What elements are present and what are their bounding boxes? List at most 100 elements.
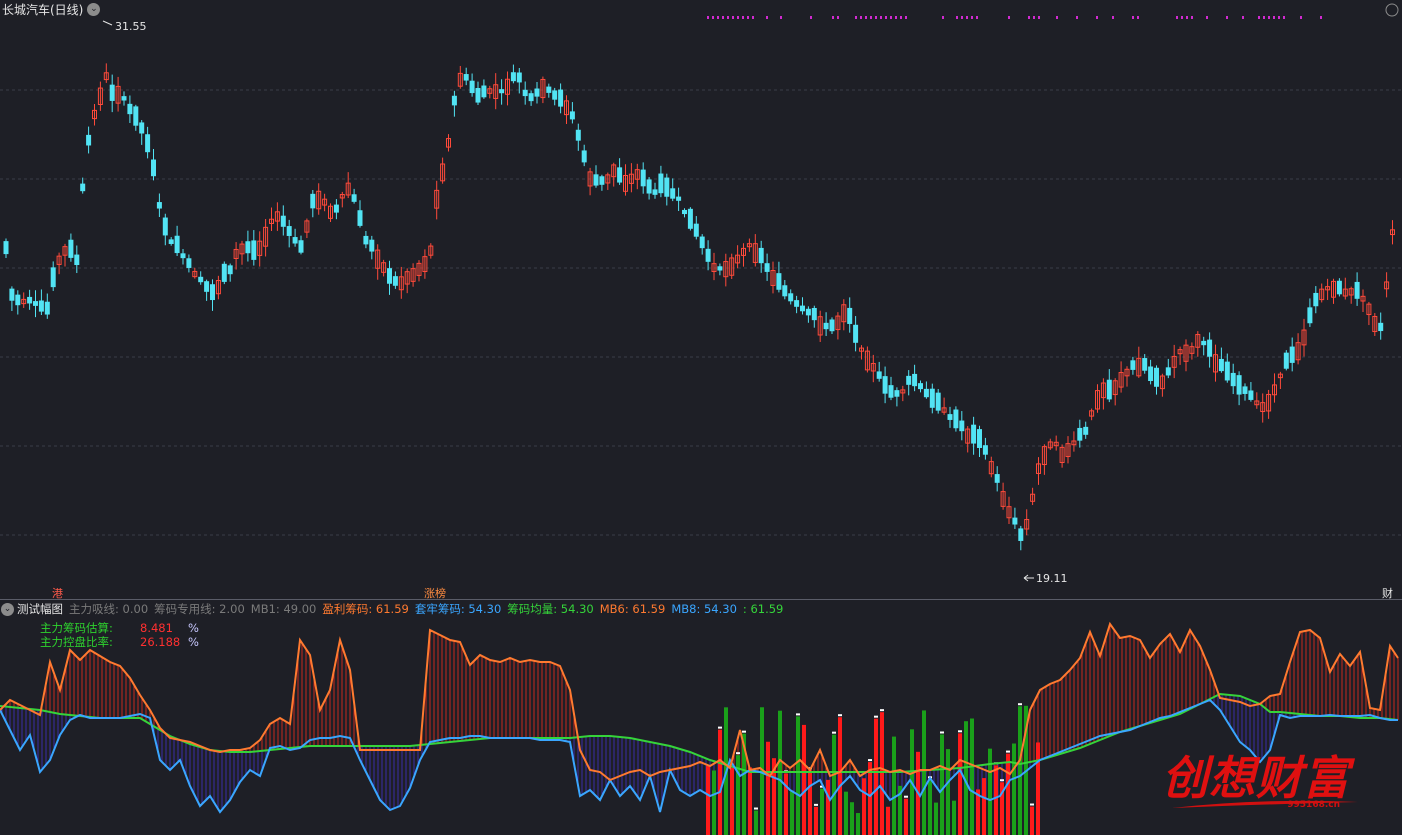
signal-mark bbox=[837, 16, 839, 19]
candle bbox=[457, 65, 463, 89]
candle-body bbox=[139, 122, 145, 134]
candle bbox=[1148, 359, 1154, 385]
event-label-hk[interactable]: 港 bbox=[52, 585, 63, 601]
candle-body bbox=[1130, 360, 1136, 370]
candle-body bbox=[953, 409, 959, 429]
candle bbox=[977, 425, 982, 458]
candle-body bbox=[569, 111, 575, 120]
candle bbox=[741, 243, 746, 267]
signal-mark bbox=[971, 16, 973, 19]
candle bbox=[835, 312, 841, 340]
candle-body bbox=[522, 89, 528, 97]
signal-mark bbox=[976, 16, 978, 19]
candle bbox=[1342, 277, 1348, 300]
candle-body bbox=[823, 322, 829, 330]
indicator-name[interactable]: 测试幅图 bbox=[17, 601, 63, 617]
candle-body bbox=[918, 383, 923, 390]
candle bbox=[534, 82, 540, 104]
candle-body bbox=[298, 240, 304, 253]
signal-mark bbox=[905, 16, 907, 19]
volume-tick bbox=[874, 715, 878, 718]
volume-bar bbox=[874, 718, 878, 835]
candle-body bbox=[575, 129, 581, 141]
candle-body bbox=[80, 183, 86, 192]
signal-mark bbox=[885, 16, 887, 19]
candle bbox=[186, 254, 192, 273]
candle bbox=[227, 263, 233, 282]
candle bbox=[1260, 393, 1266, 423]
candle bbox=[1218, 347, 1224, 373]
signal-mark bbox=[737, 16, 739, 19]
candle-body bbox=[1354, 281, 1360, 299]
signal-mark bbox=[961, 16, 963, 19]
candle bbox=[50, 261, 56, 291]
candle bbox=[1201, 336, 1207, 356]
event-label-finance[interactable]: 财 bbox=[1382, 585, 1393, 601]
candle-body bbox=[133, 106, 139, 126]
candle-body bbox=[204, 281, 210, 292]
indicator-value-8: : 61.59 bbox=[742, 602, 784, 616]
volume-bar bbox=[994, 765, 998, 835]
candle-body bbox=[351, 194, 357, 202]
volume-bar bbox=[946, 749, 950, 835]
candle bbox=[794, 295, 800, 314]
candle-body bbox=[15, 294, 21, 306]
candle-body bbox=[245, 241, 251, 254]
candle bbox=[86, 126, 92, 154]
candle bbox=[38, 289, 44, 316]
candle bbox=[1366, 301, 1372, 326]
candle bbox=[1159, 373, 1165, 397]
candle-body bbox=[658, 173, 664, 194]
candle-body bbox=[906, 375, 912, 385]
candles bbox=[3, 63, 1395, 551]
candle-body bbox=[935, 392, 941, 411]
signal-mark bbox=[722, 16, 724, 19]
candle bbox=[782, 279, 788, 300]
chevron-down-icon[interactable]: ⌄ bbox=[87, 2, 101, 16]
volume-bar bbox=[814, 806, 818, 835]
candle-body bbox=[168, 239, 174, 244]
candle-body bbox=[333, 204, 339, 213]
candle-body bbox=[558, 89, 564, 107]
candle bbox=[310, 190, 316, 218]
candle bbox=[1248, 382, 1254, 402]
signal-mark bbox=[832, 16, 834, 19]
candle bbox=[988, 456, 994, 478]
event-label-top-gainers[interactable]: 涨榜 bbox=[424, 585, 446, 601]
candle bbox=[1171, 344, 1177, 379]
candle-body bbox=[186, 258, 192, 268]
candle-body bbox=[1077, 427, 1083, 441]
stock-title-bar[interactable]: 长城汽车(日线) ⌄ bbox=[2, 1, 101, 17]
volume-bar bbox=[1036, 742, 1040, 835]
candle bbox=[1124, 366, 1130, 387]
candle-body bbox=[982, 445, 988, 455]
candle bbox=[322, 193, 328, 212]
price-chart-panel[interactable]: 31.55 19.11 bbox=[0, 0, 1402, 600]
candlestick-chart[interactable]: 31.55 19.11 bbox=[0, 0, 1402, 600]
candle bbox=[198, 271, 204, 285]
volume-bar bbox=[1006, 753, 1010, 835]
panel-toggle-icon bbox=[1385, 3, 1399, 17]
candle bbox=[1059, 444, 1065, 468]
candle-body bbox=[1378, 322, 1384, 332]
candle-body bbox=[1236, 375, 1242, 395]
candle-body bbox=[74, 254, 80, 266]
volume-bar bbox=[886, 806, 890, 835]
signal-mark bbox=[1283, 16, 1285, 19]
volume-tick bbox=[832, 731, 836, 734]
candle bbox=[451, 90, 457, 117]
candle-body bbox=[369, 239, 375, 252]
chevron-down-icon[interactable]: ⌄ bbox=[1, 602, 14, 616]
candle-body bbox=[705, 248, 711, 262]
candle bbox=[705, 240, 711, 271]
candle bbox=[805, 306, 811, 323]
candle-body bbox=[3, 241, 9, 255]
candle-body bbox=[847, 307, 853, 324]
estimate-row: 主力筹码估算: 8.481 % bbox=[40, 621, 199, 635]
indicator-value-0: 主力吸线: 0.00 bbox=[69, 602, 149, 616]
candle bbox=[416, 260, 422, 282]
estimate-label: 主力控盘比率: bbox=[40, 635, 113, 649]
candle bbox=[1331, 278, 1336, 304]
candle-body bbox=[292, 237, 298, 244]
candle-body bbox=[788, 293, 794, 302]
